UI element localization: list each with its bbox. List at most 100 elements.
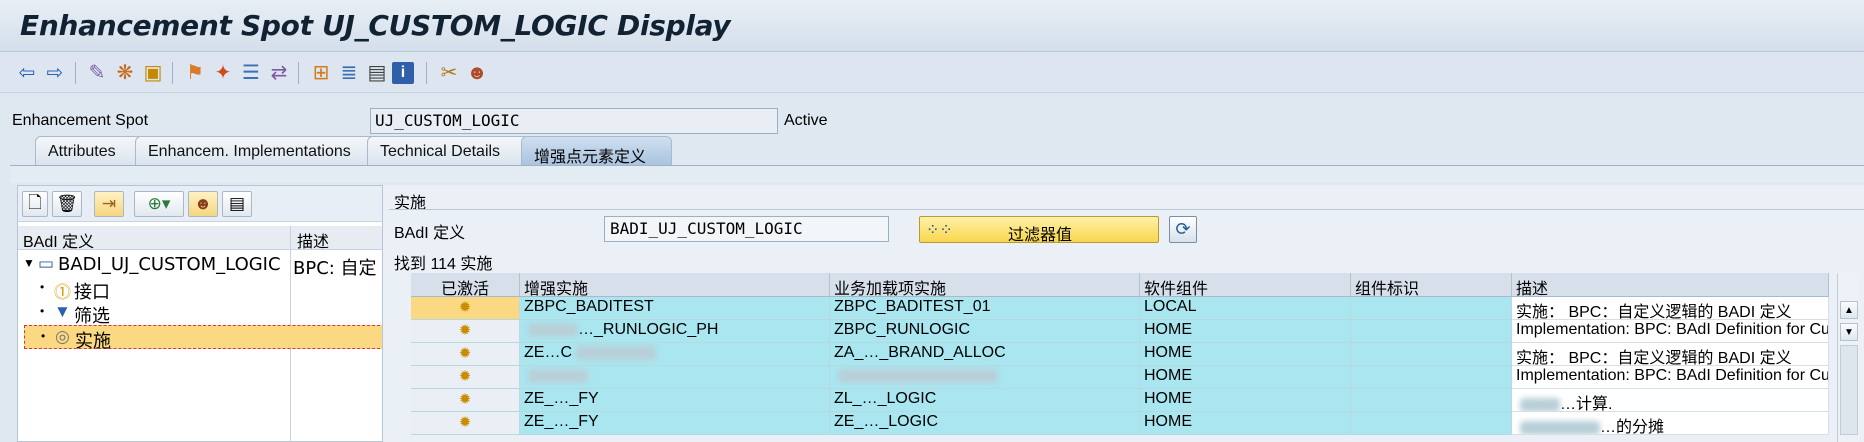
- cell-badi-impl: ZL_…_LOGIC: [830, 389, 1140, 412]
- page-title: Enhancement Spot UJ_CUSTOM_LOGIC Display: [20, 9, 731, 42]
- tree-node-implementations[interactable]: • ◎ 实施: [24, 325, 385, 352]
- active-lamp-icon: ✹: [411, 412, 520, 435]
- navigate-icon[interactable]: ⇄: [266, 60, 292, 86]
- cell-impl: [520, 366, 830, 389]
- cell-badi-impl: [830, 366, 1140, 389]
- tab-enhancement-spot-element-definitions[interactable]: 增强点元素定义: [521, 136, 672, 166]
- active-lamp-icon: ✹: [411, 320, 520, 343]
- active-lamp-icon: ✹: [411, 343, 520, 366]
- back-icon[interactable]: ⇦: [14, 60, 40, 86]
- object-list-icon[interactable]: ☰: [238, 60, 264, 86]
- cell-description: 实施： BPC：自定义逻辑的 BADI 定义: [1512, 297, 1829, 320]
- refresh-icon[interactable]: ⟳: [1169, 216, 1197, 243]
- badi-definition-field[interactable]: BADI_UJ_CUSTOM_LOGIC: [604, 216, 889, 242]
- cell-impl-text: ZE…C: [524, 344, 572, 361]
- where-used-icon[interactable]: ✦: [210, 60, 236, 86]
- delete-icon[interactable]: 🗑: [52, 191, 82, 217]
- tab-attributes[interactable]: Attributes: [35, 136, 144, 166]
- cell-badi-impl: ZA_…_BRAND_ALLOC: [830, 343, 1140, 366]
- info-icon[interactable]: i: [392, 62, 414, 84]
- tab-technical-details[interactable]: Technical Details: [367, 136, 529, 166]
- tree-node-filter[interactable]: • ▼ 筛选: [18, 301, 391, 327]
- cell-description-text: …计算.: [1560, 396, 1613, 412]
- toolbar-separator: [172, 62, 173, 84]
- filter-values-label: 过滤器值: [1007, 227, 1072, 244]
- cell-component: HOME: [1140, 412, 1351, 435]
- enhancement-spot-label: Enhancement Spot: [12, 112, 149, 129]
- enhance-icon[interactable]: ✂: [436, 60, 462, 86]
- tree-node-interface[interactable]: • ⓵ 接口: [18, 277, 391, 303]
- cell-component: HOME: [1140, 343, 1351, 366]
- col-component-id[interactable]: 组件标识: [1351, 273, 1512, 297]
- cell-component: HOME: [1140, 389, 1351, 412]
- implementations-table: 已激活 增强实施 业务加载项实施 软件组件 组件标识 描述 ✹ ZBPC_BAD…: [411, 273, 1829, 442]
- cell-badi-impl: ZBPC_BADITEST_01: [830, 297, 1140, 320]
- enhancement-spot-field[interactable]: UJ_CUSTOM_LOGIC: [370, 108, 778, 134]
- col-active[interactable]: 已激活: [411, 273, 520, 297]
- table-row[interactable]: ✹ ZE_…_FY ZL_…_LOGIC HOME …计算.: [411, 389, 1829, 412]
- cell-impl: ZE_…_FY: [520, 412, 830, 435]
- application-toolbar: ⇦ ⇨ ✎ ❋ ▣ ⚑ ✦ ☰ ⇄ ⊞ ≣ ▤ i ✂ ☻: [0, 53, 1864, 93]
- cell-description-text: …的分摊: [1600, 419, 1665, 435]
- layout-icon[interactable]: ▤: [364, 60, 390, 86]
- cell-component-id: [1351, 412, 1512, 435]
- badi-tree-pane: 🗋 🗑 ⇥ ⊕▾ ☻ ▤ BAdI 定义 描述 ▼ ▭ BADI_UJ_CUST…: [17, 185, 392, 442]
- table-row[interactable]: ✹ …_RUNLOGIC_PH ZBPC_RUNLOGIC HOME Imple…: [411, 320, 1829, 343]
- table-row[interactable]: ✹ ZE…C ZA_…_BRAND_ALLOC HOME 实施： BPC：自定义…: [411, 343, 1829, 366]
- documentation-icon[interactable]: ▤: [222, 191, 252, 217]
- tab-enhancement-implementations[interactable]: Enhancem. Implementations: [135, 136, 377, 166]
- table-row[interactable]: ✹ HOME Implementation: BPC: BAdI Definit…: [411, 366, 1829, 389]
- cell-impl: ZE_…_FY: [520, 389, 830, 412]
- col-software-component[interactable]: 软件组件: [1140, 273, 1351, 297]
- scroll-thumb[interactable]: [1840, 345, 1858, 435]
- interface-icon: ⓵: [54, 283, 71, 302]
- group-icon[interactable]: ☻: [188, 191, 218, 217]
- tree-col-badi-definition[interactable]: BAdI 定义: [23, 228, 94, 252]
- create-dropdown-icon[interactable]: ⊕▾: [134, 191, 184, 217]
- users-icon[interactable]: ☻: [464, 60, 490, 86]
- collapse-icon[interactable]: ▼: [23, 256, 35, 270]
- scroll-up-icon[interactable]: ▲: [1840, 301, 1858, 319]
- hierarchy-icon[interactable]: ⊞: [308, 60, 334, 86]
- filter-values-button[interactable]: ⁘⁘ 过滤器值: [919, 216, 1159, 244]
- tree-node-label: BADI_UJ_CUSTOM_LOGIC: [58, 254, 281, 275]
- active-lamp-icon: ✹: [411, 297, 520, 320]
- col-description[interactable]: 描述: [1512, 273, 1829, 297]
- tree-node-label: 实施: [75, 331, 111, 352]
- col-badi-impl[interactable]: 业务加载项实施: [830, 273, 1140, 297]
- cell-component-id: [1351, 389, 1512, 412]
- col-enhancement-impl[interactable]: 增强实施: [520, 273, 830, 297]
- table-scrollbar[interactable]: ▲ ▼: [1837, 273, 1859, 442]
- move-icon[interactable]: ⇥: [94, 191, 124, 217]
- active-lamp-icon: ✹: [411, 389, 520, 412]
- title-bar: Enhancement Spot UJ_CUSTOM_LOGIC Display: [0, 0, 1864, 52]
- badi-definition-label: BAdI 定义: [394, 225, 466, 242]
- active-lamp-icon: ✹: [411, 366, 520, 389]
- tree-node-root[interactable]: ▼ ▭ BADI_UJ_CUSTOM_LOGIC BPC: 自定: [18, 253, 391, 279]
- tree-toolbar: 🗋 🗑 ⇥ ⊕▾ ☻ ▤: [18, 186, 391, 222]
- cell-badi-impl: ZBPC_RUNLOGIC: [830, 320, 1140, 343]
- cell-description: Implementation: BPC: BAdI Definition for…: [1512, 320, 1829, 343]
- forward-icon[interactable]: ⇨: [42, 60, 68, 86]
- cell-component-id: [1351, 366, 1512, 389]
- display-change-icon[interactable]: ✎: [84, 60, 110, 86]
- implementation-icon: ◎: [55, 327, 70, 346]
- activate-icon[interactable]: ⚑: [182, 60, 208, 86]
- tree-col-description[interactable]: 描述: [297, 228, 329, 252]
- result-count: 找到 114 实施: [394, 256, 493, 273]
- check-icon[interactable]: ▣: [140, 60, 166, 86]
- bullet-icon: •: [40, 280, 45, 294]
- cell-description: …计算.: [1512, 389, 1829, 412]
- scroll-down-icon[interactable]: ▼: [1840, 323, 1858, 341]
- other-object-icon[interactable]: ❋: [112, 60, 138, 86]
- new-icon[interactable]: 🗋: [22, 191, 48, 217]
- cell-component: HOME: [1140, 366, 1351, 389]
- status-text: Active: [784, 112, 828, 129]
- table-row[interactable]: ✹ ZBPC_BADITEST ZBPC_BADITEST_01 LOCAL 实…: [411, 297, 1829, 320]
- bullet-icon: •: [41, 329, 46, 343]
- tree-icon[interactable]: ≣: [336, 60, 362, 86]
- table-row[interactable]: ✹ ZE_…_FY ZE_…_LOGIC HOME …的分摊: [411, 412, 1829, 435]
- badi-definition-icon: ▭: [38, 254, 55, 273]
- toolbar-separator: [298, 62, 299, 84]
- cell-component: HOME: [1140, 320, 1351, 343]
